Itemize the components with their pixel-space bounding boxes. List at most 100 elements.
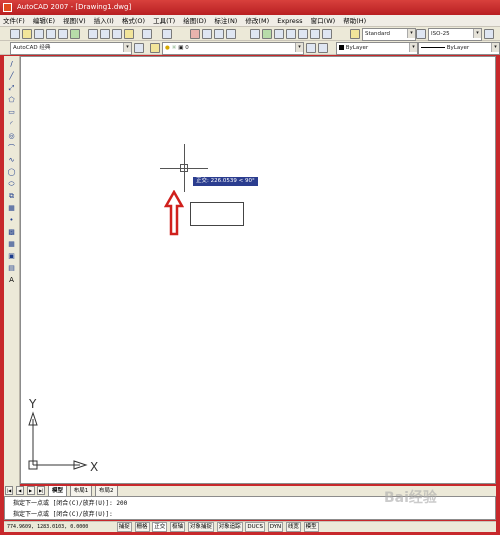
text-style-icon — [350, 29, 360, 39]
markup-icon[interactable] — [298, 29, 308, 39]
open-icon[interactable] — [22, 29, 32, 39]
make-block-icon[interactable]: ▦ — [7, 204, 16, 213]
menu-format[interactable]: 格式(O) — [119, 15, 148, 27]
properties-icon[interactable] — [250, 29, 260, 39]
hatch-icon[interactable]: ▩ — [7, 228, 16, 237]
dynamic-input-box[interactable] — [190, 202, 244, 226]
menu-file[interactable]: 文件(F) — [0, 15, 28, 27]
menu-edit[interactable]: 编辑(E) — [30, 15, 58, 27]
ellipse-arc-icon[interactable]: ⬭ — [7, 180, 16, 189]
menu-view[interactable]: 视图(V) — [60, 15, 89, 27]
snap-toggle[interactable]: 捕捉 — [116, 522, 132, 532]
text-style-select[interactable]: Standard ▾ — [362, 28, 416, 41]
ucs-icon: Y X — [28, 397, 98, 474]
polyline-icon[interactable]: ⤢ — [7, 84, 16, 93]
lineweight-toggle[interactable]: 线宽 — [285, 522, 301, 532]
workspace-settings-icon[interactable] — [134, 43, 144, 53]
polygon-icon[interactable]: ⬠ — [7, 96, 16, 105]
first-tab-icon[interactable]: |◀ — [5, 486, 13, 495]
ducs-toggle[interactable]: DUCS — [245, 522, 265, 532]
chevron-down-icon: ▾ — [491, 43, 499, 52]
color-select[interactable]: ByLayer ▾ — [336, 42, 418, 55]
ellipse-icon[interactable]: ◯ — [7, 168, 16, 177]
zoom-realtime-icon[interactable] — [202, 29, 212, 39]
osnap-toggle[interactable]: 对象捕捉 — [187, 522, 214, 532]
match-properties-icon[interactable] — [124, 29, 134, 39]
linetype-select[interactable]: ByLayer ▾ — [418, 42, 500, 55]
chevron-down-icon: ▾ — [473, 29, 481, 38]
arc-icon[interactable]: ◜ — [7, 120, 16, 129]
chevron-down-icon: ▾ — [407, 29, 415, 38]
autocad-app-icon[interactable] — [3, 3, 12, 12]
standard-toolbar: Standard ▾ ISO-25 ▾ — [0, 27, 500, 41]
dim-style-select[interactable]: ISO-25 ▾ — [428, 28, 482, 41]
help-icon[interactable] — [322, 29, 332, 39]
menu-window[interactable]: 窗口(W) — [308, 15, 339, 27]
revision-cloud-icon[interactable]: ⌒ — [7, 144, 16, 153]
workspace-select[interactable]: AutoCAD 经典 ▾ — [10, 42, 132, 55]
zoom-window-icon[interactable] — [214, 29, 224, 39]
undo-icon[interactable] — [142, 29, 152, 39]
menu-help[interactable]: 帮助(H) — [340, 15, 369, 27]
chevron-down-icon: ▾ — [409, 43, 417, 52]
menu-draw[interactable]: 绘图(D) — [180, 15, 209, 27]
gradient-icon[interactable]: ▦ — [7, 240, 16, 249]
sun-icon: ☼ — [171, 45, 177, 51]
print-icon[interactable] — [46, 29, 56, 39]
dyn-toggle[interactable]: DYN — [267, 522, 284, 532]
table-icon[interactable]: ▤ — [7, 264, 16, 273]
construction-line-icon[interactable]: ╱ — [7, 72, 16, 81]
next-tab-icon[interactable]: ▶ — [26, 486, 35, 495]
layer-previous-icon[interactable] — [318, 43, 328, 53]
window-title: AutoCAD 2007 - [Drawing1.dwg] — [17, 3, 132, 11]
layers-properties-toolbar: AutoCAD 经典 ▾ ● ☼ ▣ 0 ▾ ByLayer ▾ ByLayer … — [0, 41, 500, 55]
spline-icon[interactable]: ∿ — [7, 156, 16, 165]
linetype-preview — [421, 47, 445, 48]
last-tab-icon[interactable]: ▶| — [37, 486, 46, 495]
make-current-layer-icon[interactable] — [306, 43, 316, 53]
insert-block-icon[interactable]: ⧉ — [7, 192, 16, 201]
otrack-toggle[interactable]: 对象追踪 — [216, 522, 243, 532]
pickbox-cursor — [180, 164, 188, 172]
menu-modify[interactable]: 修改(M) — [242, 15, 272, 27]
circle-icon[interactable]: ◎ — [7, 132, 16, 141]
paste-icon[interactable] — [112, 29, 122, 39]
menu-insert[interactable]: 插入(I) — [91, 15, 117, 27]
publish-icon[interactable] — [70, 29, 80, 39]
point-icon[interactable]: • — [7, 216, 16, 225]
save-icon[interactable] — [34, 29, 44, 39]
model-toggle[interactable]: 模型 — [303, 522, 319, 532]
polar-toggle[interactable]: 极轴 — [170, 522, 186, 532]
pan-icon[interactable] — [190, 29, 200, 39]
dim-style-icon — [416, 29, 426, 39]
cut-icon[interactable] — [88, 29, 98, 39]
rectangle-icon[interactable]: ▭ — [7, 108, 16, 117]
line-icon[interactable]: / — [7, 60, 16, 69]
chevron-down-icon: ▾ — [295, 43, 303, 52]
chevron-down-icon: ▾ — [123, 43, 131, 52]
design-center-icon[interactable] — [262, 29, 272, 39]
prev-tab-icon[interactable]: ◀ — [15, 486, 24, 495]
multiline-text-icon[interactable]: A — [7, 276, 16, 285]
menu-tools[interactable]: 工具(T) — [150, 15, 178, 27]
tool-palettes-icon[interactable] — [274, 29, 284, 39]
grid-toggle[interactable]: 栅格 — [134, 522, 150, 532]
table-style-icon[interactable] — [484, 29, 494, 39]
sheet-set-icon[interactable] — [286, 29, 296, 39]
zoom-previous-icon[interactable] — [226, 29, 236, 39]
baidu-watermark: Bai经验 — [384, 490, 437, 506]
ucs-y-label: Y — [28, 397, 37, 411]
region-icon[interactable]: ▣ — [7, 252, 16, 261]
preview-icon[interactable] — [58, 29, 68, 39]
ortho-toggle[interactable]: 正交 — [152, 522, 168, 532]
copy-icon[interactable] — [100, 29, 110, 39]
layer-manager-icon[interactable] — [150, 43, 160, 53]
layer-select[interactable]: ● ☼ ▣ 0 ▾ — [162, 42, 304, 55]
menu-dimension[interactable]: 标注(N) — [211, 15, 240, 27]
red-arrow-annotation — [164, 190, 184, 236]
redo-icon[interactable] — [162, 29, 172, 39]
coordinate-readout[interactable]: 774.9609, 1283.0103, 0.0000 — [4, 522, 115, 532]
calculator-icon[interactable] — [310, 29, 320, 39]
new-icon[interactable] — [10, 29, 20, 39]
menu-express[interactable]: Express — [274, 15, 305, 27]
